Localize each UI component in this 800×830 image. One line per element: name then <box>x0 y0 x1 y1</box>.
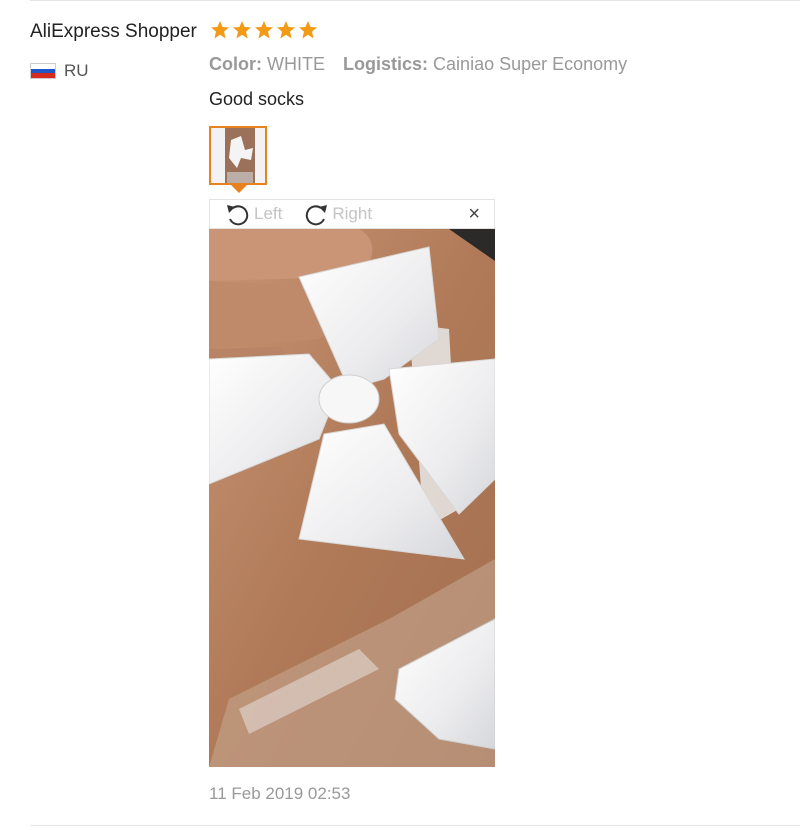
russia-flag-icon <box>30 63 56 79</box>
rotate-left-icon <box>224 202 252 226</box>
reviewer-country: RU <box>30 61 89 81</box>
attribute-key: Logistics: <box>343 54 429 74</box>
order-attributes: Color: WHITE Logistics: Cainiao Super Ec… <box>209 54 627 75</box>
rotate-left-label: Left <box>254 204 283 223</box>
attribute-value: WHITE <box>267 54 326 74</box>
rating-stars <box>210 20 318 40</box>
rotate-left-button[interactable]: Left <box>224 202 282 226</box>
bottom-divider <box>30 825 800 826</box>
attribute-color: Color: WHITE <box>209 54 325 75</box>
review-timestamp: 11 Feb 2019 02:53 <box>209 784 351 803</box>
attribute-key: Color: <box>209 54 262 74</box>
rotate-right-button[interactable]: Right <box>302 202 372 226</box>
review-photo <box>209 229 495 767</box>
star-icon <box>210 20 230 40</box>
star-icon <box>298 20 318 40</box>
thumbnail-pointer-icon <box>231 185 247 193</box>
star-icon <box>276 20 296 40</box>
country-code: RU <box>64 61 89 80</box>
review-photo-thumbnail[interactable] <box>209 126 267 185</box>
photo-viewer-toolbar: Left Right × <box>209 199 495 229</box>
close-viewer-button[interactable]: × <box>468 204 480 224</box>
reviewer-name: AliExpress Shopper <box>30 21 197 42</box>
review-text: Good socks <box>209 89 305 109</box>
attribute-logistics: Logistics: Cainiao Super Economy <box>343 54 627 75</box>
rotate-right-icon <box>302 202 330 226</box>
star-icon <box>232 20 252 40</box>
top-divider <box>30 0 800 1</box>
rotate-right-label: Right <box>332 204 373 223</box>
star-icon <box>254 20 274 40</box>
attribute-value: Cainiao Super Economy <box>433 54 628 74</box>
